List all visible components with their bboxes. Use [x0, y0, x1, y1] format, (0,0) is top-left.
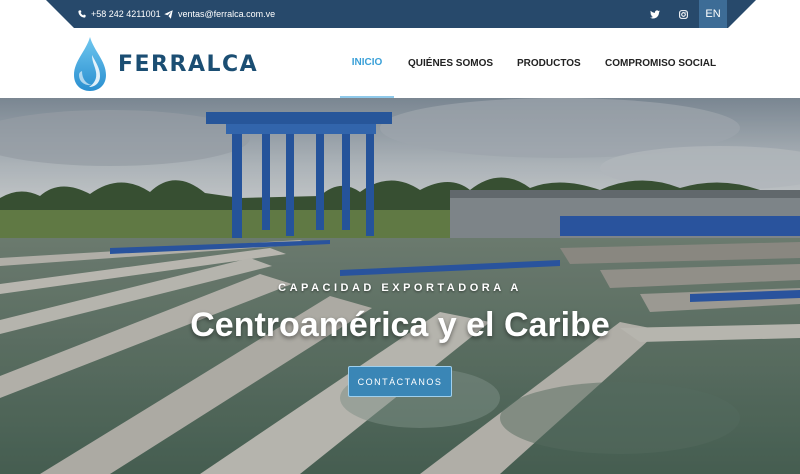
nav-item-productos[interactable]: PRODUCTOS — [517, 28, 581, 98]
hero-subtitle: CAPACIDAD EXPORTADORA A — [278, 282, 522, 294]
twitter-link[interactable] — [643, 0, 667, 28]
email-contact[interactable]: ventas@ferralca.com.ve — [164, 0, 275, 28]
hero-banner: CAPACIDAD EXPORTADORA A Centroamérica y … — [0, 98, 800, 474]
hero-title: Centroamérica y el Caribe — [190, 306, 610, 344]
top-bar: +58 242 4211001 ventas@ferralca.com.ve E… — [0, 0, 800, 28]
main-header: FERRALCA INICIO QUIÉNES SOMOS PRODUCTOS … — [0, 28, 800, 98]
paper-plane-icon — [164, 9, 173, 19]
phone-contact[interactable]: +58 242 4211001 — [78, 0, 161, 28]
twitter-icon — [650, 9, 660, 18]
nav-item-compromiso-social[interactable]: COMPROMISO SOCIAL — [605, 28, 716, 98]
water-drop-icon — [74, 37, 106, 91]
contact-button[interactable]: CONTÁCTANOS — [348, 366, 452, 397]
nav-item-quienes-somos[interactable]: QUIÉNES SOMOS — [408, 28, 493, 98]
email-address: ventas@ferralca.com.ve — [178, 9, 276, 19]
logo-text: FERRALCA — [118, 51, 259, 77]
instagram-link[interactable] — [671, 0, 695, 28]
nav-item-inicio[interactable]: INICIO — [340, 28, 394, 98]
language-switch-button[interactable]: EN — [699, 0, 727, 28]
phone-icon — [78, 10, 86, 18]
phone-number: +58 242 4211001 — [91, 9, 161, 19]
instagram-icon — [678, 9, 688, 19]
logo[interactable]: FERRALCA — [70, 34, 258, 94]
